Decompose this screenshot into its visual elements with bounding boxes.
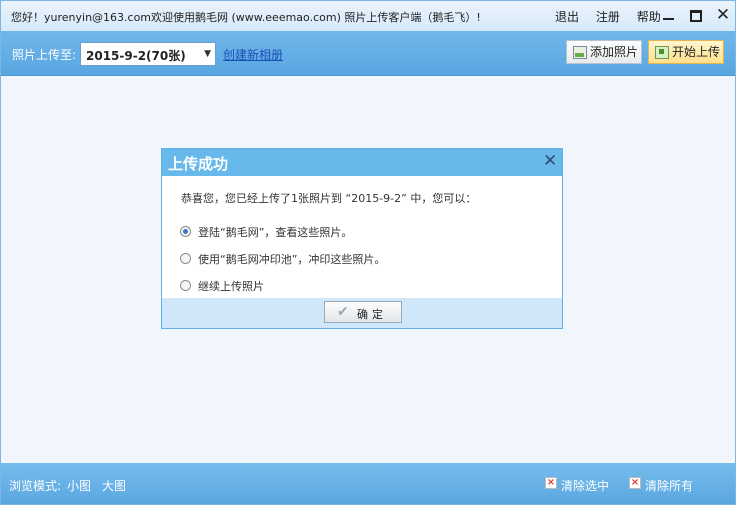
option-continue-upload[interactable]: 继续上传照片 bbox=[180, 278, 264, 294]
add-photo-icon bbox=[573, 46, 587, 59]
chevron-down-icon: ▼ bbox=[204, 49, 211, 59]
add-photos-label: 添加照片 bbox=[590, 45, 639, 59]
dialog-title: 上传成功 bbox=[168, 155, 229, 173]
app-window: 您好！yurenyin@163.com欢迎使用鹅毛网 (www.eeemao.c… bbox=[0, 0, 736, 505]
check-icon: ✔ bbox=[337, 304, 349, 320]
album-select-value: 2015-9-2(70张) bbox=[86, 49, 186, 63]
dialog-header: 上传成功 ✕ bbox=[162, 149, 562, 176]
option-label: 继续上传照片 bbox=[198, 280, 264, 293]
clear-selected-icon: × bbox=[545, 477, 557, 489]
option-print-photos[interactable]: 使用“鹅毛网冲印池”，冲印这些照片。 bbox=[180, 251, 385, 267]
clear-all-icon: × bbox=[629, 477, 641, 489]
close-window-button[interactable]: ✕ bbox=[714, 6, 732, 24]
small-view-link[interactable]: 小图 bbox=[67, 477, 91, 494]
register-link[interactable]: 注册 bbox=[596, 10, 620, 24]
ok-label: 确定 bbox=[357, 308, 387, 321]
upload-icon bbox=[655, 46, 669, 59]
radio-selected-icon[interactable] bbox=[180, 226, 191, 237]
logout-link[interactable]: 退出 bbox=[555, 10, 579, 24]
create-album-link[interactable]: 创建新相册 bbox=[223, 46, 283, 63]
status-bar: 浏览模式: 小图 大图 × 清除选中 × 清除所有 bbox=[1, 463, 735, 504]
dialog-footer: ✔ 确定 bbox=[162, 298, 562, 328]
add-photos-button[interactable]: 添加照片 bbox=[566, 40, 642, 64]
upload-to-label: 照片上传至: bbox=[12, 48, 77, 62]
large-view-link[interactable]: 大图 bbox=[102, 477, 126, 494]
dialog-message: 恭喜您，您已经上传了1张照片到 “2015-9-2” 中，您可以： bbox=[181, 192, 477, 205]
title-bar: 您好！yurenyin@163.com欢迎使用鹅毛网 (www.eeemao.c… bbox=[1, 1, 735, 31]
upload-success-dialog: 上传成功 ✕ 恭喜您，您已经上传了1张照片到 “2015-9-2” 中，您可以：… bbox=[161, 148, 563, 329]
window-title: 您好！yurenyin@163.com欢迎使用鹅毛网 (www.eeemao.c… bbox=[11, 11, 481, 24]
option-view-photos[interactable]: 登陆“鹅毛网”，查看这些照片。 bbox=[180, 224, 352, 240]
help-link[interactable]: 帮助 bbox=[637, 10, 661, 24]
clear-all-link[interactable]: 清除所有 bbox=[645, 477, 693, 494]
option-label: 使用“鹅毛网冲印池”，冲印这些照片。 bbox=[198, 253, 386, 266]
dialog-close-icon[interactable]: ✕ bbox=[543, 152, 557, 170]
album-select[interactable]: 2015-9-2(70张) ▼ bbox=[80, 42, 216, 66]
start-upload-button[interactable]: 开始上传 bbox=[648, 40, 724, 64]
ok-button[interactable]: ✔ 确定 bbox=[324, 301, 402, 323]
title-links: 退出 注册 帮助 bbox=[555, 8, 674, 25]
clear-selected-link[interactable]: 清除选中 bbox=[561, 477, 609, 494]
start-upload-label: 开始上传 bbox=[672, 45, 721, 59]
radio-icon[interactable] bbox=[180, 253, 191, 264]
browse-mode-label: 浏览模式: bbox=[9, 479, 62, 493]
option-label: 登陆“鹅毛网”，查看这些照片。 bbox=[198, 226, 353, 239]
minimize-button[interactable] bbox=[660, 6, 678, 24]
radio-icon[interactable] bbox=[180, 280, 191, 291]
toolbar: 照片上传至: 2015-9-2(70张) ▼ 创建新相册 添加照片 开始上传 bbox=[1, 31, 735, 76]
maximize-button[interactable] bbox=[687, 6, 705, 24]
